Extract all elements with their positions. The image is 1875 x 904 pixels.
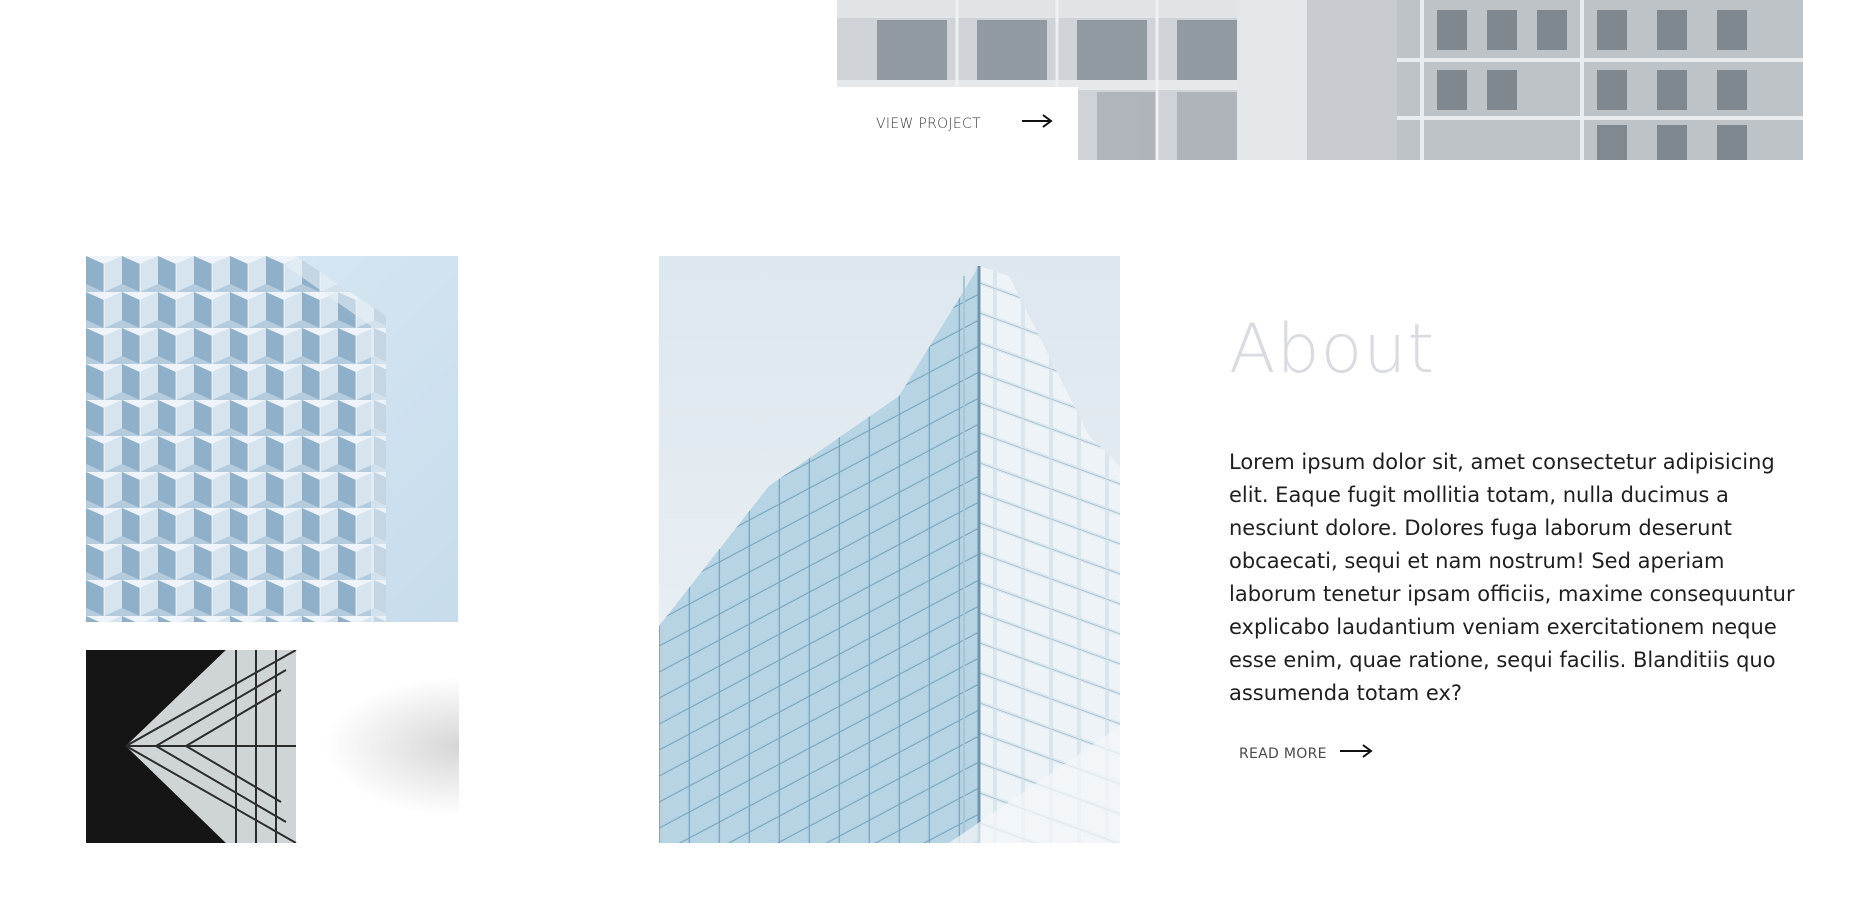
about-section: About Lorem ipsum dolor sit, amet consec… (1229, 310, 1809, 762)
arrow-right-icon (1339, 744, 1373, 763)
arrow-right-icon (1021, 114, 1053, 133)
about-body-text: Lorem ipsum dolor sit, amet consectetur … (1229, 450, 1795, 705)
view-project-button[interactable]: VIEW PROJECT (837, 87, 1078, 160)
gallery-image-skyscraper (86, 650, 459, 843)
read-more-button[interactable]: READ MORE (1239, 744, 1373, 763)
read-more-label: READ MORE (1239, 745, 1327, 762)
view-project-label: VIEW PROJECT (876, 115, 981, 132)
about-title: About (1229, 310, 1436, 389)
gallery-image-facade (86, 256, 458, 622)
page: VIEW PROJECT About Lorem ipsum dolor sit… (0, 0, 1875, 904)
gallery-image-glass-tower (659, 256, 1120, 843)
